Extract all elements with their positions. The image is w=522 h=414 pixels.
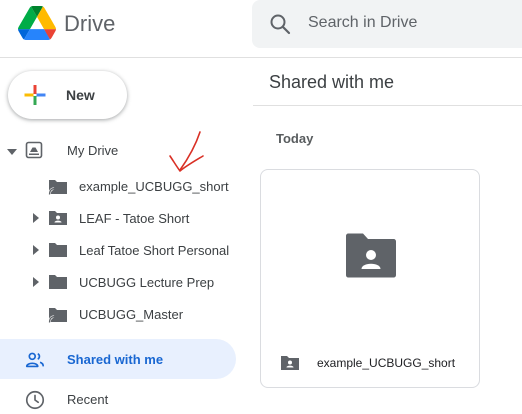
caret-right-icon[interactable] <box>31 277 41 287</box>
caret-down-icon[interactable] <box>7 147 17 157</box>
folder-icon <box>49 275 67 289</box>
sidebar-item-label: Recent <box>67 392 109 407</box>
sidebar-item-label: Leaf Tatoe Short Personal <box>79 243 230 258</box>
shared-folder-icon <box>281 356 299 370</box>
folder-card[interactable]: example_UCBUGG_short <box>260 169 480 388</box>
sidebar-item-label: LEAF - Tatoe Short <box>79 211 190 226</box>
sidebar-folder-leaf-tatoe-short-personal[interactable]: Leaf Tatoe Short Personal <box>0 238 240 262</box>
section-label-today: Today <box>276 131 314 146</box>
clock-icon <box>25 390 45 410</box>
search-input[interactable]: Search in Drive <box>308 14 417 32</box>
new-button[interactable]: New <box>8 71 127 119</box>
sidebar-item-label: My Drive <box>67 143 119 158</box>
shortcut-folder-icon <box>48 180 67 195</box>
caret-right-icon[interactable] <box>31 245 41 255</box>
new-button-label: New <box>66 87 95 103</box>
sidebar-item-label: UCBUGG_Master <box>79 307 184 322</box>
plus-icon <box>24 85 46 105</box>
main-divider <box>253 105 522 106</box>
sidebar-folder-ucbugg-master[interactable]: UCBUGG_Master <box>0 302 240 326</box>
sidebar-item-shared-with-me[interactable]: Shared with me <box>0 339 236 379</box>
annotation-arrow-icon <box>169 131 204 172</box>
caret-right-icon[interactable] <box>31 213 41 223</box>
folder-card-name: example_UCBUGG_short <box>317 356 456 370</box>
sidebar-item-label: UCBUGG Lecture Prep <box>79 275 215 290</box>
header-divider <box>0 57 522 58</box>
search-icon[interactable] <box>268 12 292 36</box>
folder-icon <box>49 243 67 257</box>
sidebar-item-label: Shared with me <box>67 352 164 367</box>
sidebar-item-recent[interactable]: Recent <box>0 379 236 414</box>
shortcut-folder-icon <box>48 308 67 323</box>
search-bar[interactable]: Search in Drive <box>252 0 522 48</box>
page-title: Shared with me <box>269 72 395 92</box>
sidebar-item-label: example_UCBUGG_short <box>79 179 229 194</box>
drive-logo-icon[interactable] <box>18 6 56 40</box>
shared-folder-icon <box>346 233 396 278</box>
people-icon <box>25 352 45 368</box>
sidebar-folder-leaf-tatoe-short[interactable]: LEAF - Tatoe Short <box>0 206 240 230</box>
sidebar-folder-ucbugg-lecture-prep[interactable]: UCBUGG Lecture Prep <box>0 270 240 294</box>
shared-folder-icon <box>49 211 67 225</box>
my-drive-icon <box>25 141 43 159</box>
app-title: Drive <box>64 11 116 36</box>
